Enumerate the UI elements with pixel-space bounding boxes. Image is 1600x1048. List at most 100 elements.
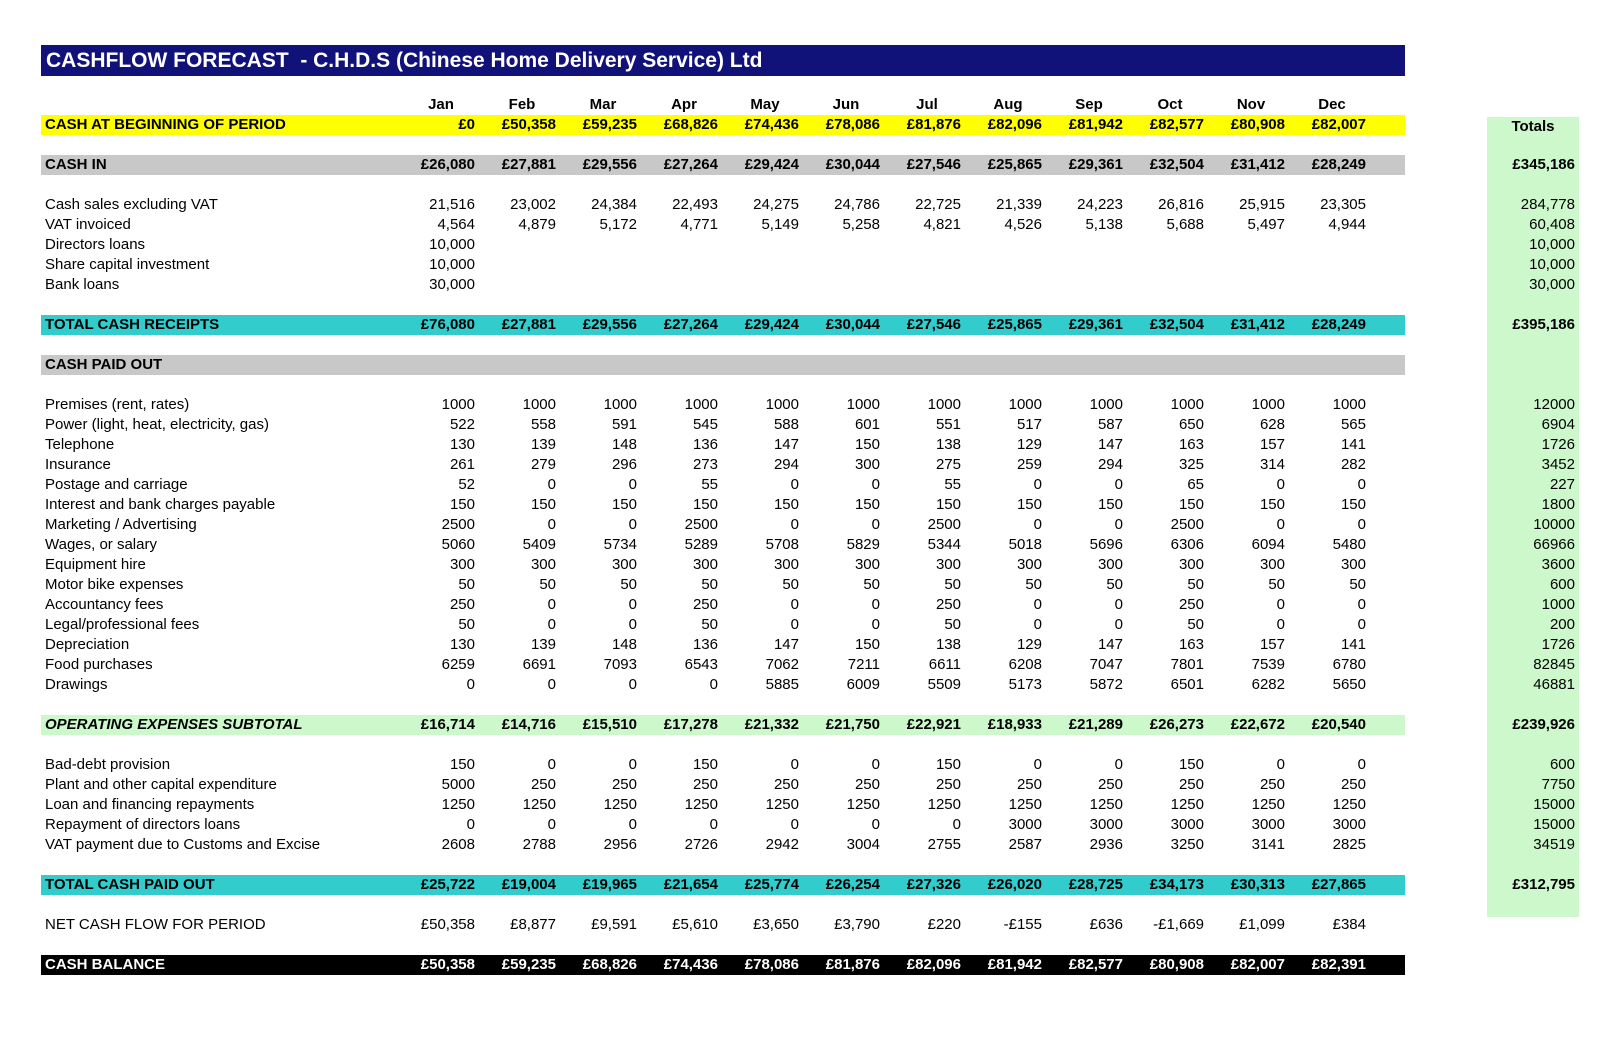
cell-sep: 150 [1097,496,1123,513]
cell-oct: 150 [1178,756,1204,773]
cell-jun: £3,790 [834,916,880,933]
cell-jun: 24,786 [834,196,880,213]
cell-feb: 6691 [522,656,556,673]
cell-nov: 3000 [1251,816,1285,833]
cell-sep: 147 [1097,636,1123,653]
cell-nov: 314 [1259,456,1285,473]
cell-nov: 0 [1276,476,1285,493]
cell-nov: £80,908 [1230,116,1285,133]
cell-dec: 150 [1340,496,1366,513]
cell-total: 600 [1549,756,1575,773]
cell-jul: £27,326 [906,876,961,893]
cell-jul: 50 [944,616,961,633]
cell-may: 1250 [765,796,799,813]
cell-total: 227 [1549,476,1575,493]
row-label: Equipment hire [45,556,146,573]
cell-aug: 1000 [1008,396,1042,413]
cell-dec: £82,391 [1311,956,1366,973]
cell-nov: 0 [1276,616,1285,633]
cell-mar: 150 [611,496,637,513]
cell-jul: 250 [935,776,961,793]
cell-may: £21,332 [744,716,799,733]
cell-jun: £21,750 [825,716,880,733]
cell-may: 1000 [765,396,799,413]
row-label: Accountancy fees [45,596,164,613]
cell-mar: 5734 [603,536,637,553]
cell-total: 200 [1549,616,1575,633]
cell-jun: 7211 [847,656,880,673]
cell-total: 6904 [1541,416,1575,433]
cell-jun: 0 [871,616,880,633]
cell-apr: 2500 [684,516,718,533]
cell-jan: £50,358 [420,956,475,973]
cell-total: 3452 [1541,456,1575,473]
cell-jan: 50 [458,616,475,633]
row-marketing: Marketing / Advertising 2500 0 0 2500 0 0 2500 0… [41,515,1575,535]
cell-aug: 21,339 [996,196,1042,213]
row-label: TOTAL CASH RECEIPTS [45,316,220,333]
cell-feb: 0 [547,516,556,533]
cell-mar: 0 [628,616,637,633]
row-opex-subtotal: OPERATING EXPENSES SUBTOTAL £16,714 £14,71… [41,715,1575,735]
cell-mar: 300 [611,556,637,573]
cell-aug: 0 [1033,516,1042,533]
row-directors-loans: Directors loans 10,000 10,000 [41,235,1575,255]
cell-oct: 5,688 [1166,216,1204,233]
cell-aug: £18,933 [987,716,1042,733]
cell-sep: £29,361 [1068,156,1123,173]
cell-total: 600 [1549,576,1575,593]
month-header-oct: Oct [1157,96,1183,113]
cell-aug: -£155 [1003,916,1042,933]
cell-aug: 5173 [1008,676,1042,693]
cell-mar: 148 [611,436,637,453]
row-label: Telephone [45,436,115,453]
cell-mar: 296 [611,456,637,473]
cell-total: 284,778 [1520,196,1575,213]
cell-jul: 1000 [927,396,961,413]
cell-nov: 300 [1259,556,1285,573]
row-bad-debt: Bad-debt provision 150 0 0 150 0 0 150 0 0 150 0 0 60… [41,755,1575,775]
cell-may: 7062 [765,656,799,673]
cell-sep: £28,725 [1068,876,1123,893]
cell-apr: 250 [692,776,718,793]
cell-dec: 141 [1340,436,1366,453]
cell-feb: £50,358 [501,116,556,133]
row-label: Wages, or salary [45,536,157,553]
cell-jul: 138 [935,636,961,653]
cell-total: 82845 [1533,656,1575,673]
cell-may: £29,424 [744,156,799,173]
cell-jan: £76,080 [420,316,475,333]
row-cash-paid-out: CASH PAID OUT [41,355,1405,375]
cell-dec: 0 [1357,616,1366,633]
cell-total: 10,000 [1529,256,1575,273]
cell-feb: 0 [547,756,556,773]
cell-jun: 0 [871,516,880,533]
cell-sep: 0 [1114,516,1123,533]
row-total-receipts: TOTAL CASH RECEIPTS £76,080 £27,881 £29,556… [41,315,1575,335]
cell-jun: 0 [871,476,880,493]
cell-oct: 150 [1178,496,1204,513]
cell-apr: 55 [701,476,718,493]
cell-feb: £8,877 [510,916,556,933]
cell-jul: £22,921 [906,716,961,733]
cell-may: £74,436 [744,116,799,133]
cell-jun: 150 [854,636,880,653]
row-vat-payment: VAT payment due to Customs and Excise 260… [41,835,1575,855]
cell-oct: 6306 [1170,536,1204,553]
cell-jan: 4,564 [437,216,475,233]
cell-jul: 22,725 [915,196,961,213]
cell-jul: 150 [935,496,961,513]
row-net-cash-flow: NET CASH FLOW FOR PERIOD £50,358 £8,877 £9,… [41,915,1405,935]
cell-may: 2942 [765,836,799,853]
cell-apr: 136 [692,636,718,653]
row-label: Depreciation [45,636,130,653]
cell-feb: 4,879 [518,216,556,233]
cell-mar: £68,826 [582,956,637,973]
row-label: VAT invoiced [45,216,131,233]
cell-jun: 150 [854,496,880,513]
cell-mar: 50 [620,576,637,593]
cell-may: 250 [773,776,799,793]
row-label: Premises (rent, rates) [45,396,190,413]
cell-feb: 139 [530,436,556,453]
cell-jan: 52 [458,476,475,493]
